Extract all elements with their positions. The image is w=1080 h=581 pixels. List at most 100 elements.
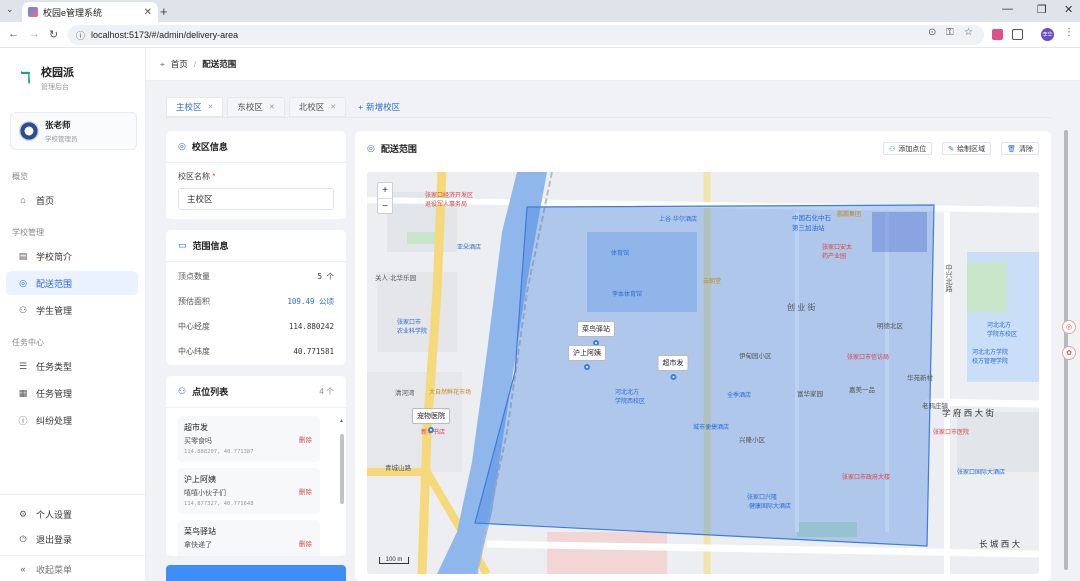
poi-label[interactable]: 张家口经济开发区 退役军人事务局 [425,190,473,208]
tab-label: 东校区 [237,102,263,112]
edit-icon: ✎ [948,145,955,153]
browser-tab[interactable]: 校园e管理系统 ✕ [22,2,158,22]
poi-label[interactable]: 张家口市医院 [933,427,969,436]
extensions-puzzle-icon[interactable] [1012,29,1023,40]
marker-pet-hospital[interactable]: 宠物医院 [412,408,450,433]
new-tab-icon[interactable]: + [160,4,168,19]
sidebar-collapse-button[interactable]: « 收起菜单 [6,557,138,581]
list-item[interactable]: 超市发 买零食吗 114.888207, 40.771387 删除 [178,416,320,462]
add-campus-button[interactable]: + 新增校区 [350,97,408,117]
sidebar-item-logout[interactable]: ⏻ 退出登录 [6,527,138,551]
home-icon: ⌂ [20,195,26,205]
gear-icon: ⚙ [18,508,28,519]
logo[interactable]: ℸ 校园派 管理后台 [20,64,74,92]
floating-feedback-icon[interactable]: ✿ [1062,346,1076,360]
forward-icon[interactable]: → [29,28,40,40]
list-item[interactable]: 沪上阿姨 嘻嘻小伙子们 114.877327, 40.771648 删除 [178,468,320,514]
sidebar-item-task-manage[interactable]: ▦ 任务管理 [6,381,138,405]
draw-area-button[interactable]: ✎ 绘制区域 [942,142,992,155]
sidebar-item-label: 任务管理 [36,388,73,399]
nav-group-tasks: 任务中心 [12,338,44,347]
restore-icon[interactable]: ❐ [1037,3,1047,16]
poi-label[interactable]: 张家口国际大酒店 [957,467,1005,476]
bookmark-star-icon[interactable]: ☆ [964,27,973,38]
marker-chaoshifa[interactable]: 超市发 [657,355,689,380]
alert-icon: ⓘ [18,415,28,426]
extension-icon[interactable] [992,29,1003,40]
poi-label[interactable]: 河北北方学院 校方管理学院 [972,347,1008,365]
street-label: 学 府 西 大 街 [942,408,994,418]
tab-east-campus[interactable]: 东校区 ✕ [227,97,285,117]
tab-close-icon[interactable]: ✕ [144,7,152,18]
close-icon[interactable]: ✕ [330,103,336,111]
sidebar-item-disputes[interactable]: ⓘ 纠纷处理 [6,408,138,432]
area-label: 明德北区 [877,323,903,330]
breadcrumb-separator: / [193,59,197,69]
sidebar-item-settings[interactable]: ⚙ 个人设置 [6,502,138,526]
avatar [19,121,39,141]
zoom-out-button[interactable]: − [378,198,392,213]
poi-label[interactable]: 体育馆 [611,248,629,257]
campus-name-field[interactable]: 主校区 [178,188,334,210]
back-icon[interactable]: ← [8,28,19,40]
marker-cainiao[interactable]: 菜鸟驿站 [577,321,615,346]
poi-label[interactable]: 鹏鹏集团 [837,209,861,218]
poi-label[interactable]: 张家口市信访局 [847,352,889,361]
marker-label: 沪上阿姨 [568,345,606,361]
site-info-icon[interactable]: ⓘ [76,29,85,42]
minimize-icon[interactable]: — [1002,3,1013,15]
list-item[interactable]: 菜鸟驿站 拿快递了 删除 [178,520,320,556]
tab-search-icon[interactable]: ⌄ [6,4,14,15]
poi-label[interactable]: 张家口市政府大楼 [842,472,890,481]
poi-label[interactable]: 大自然鲜花市场 [429,387,471,396]
zoom-in-button[interactable]: + [378,183,392,198]
browser-menu-icon[interactable]: ⋮ [1064,27,1074,38]
tab-north-campus[interactable]: 北校区 ✕ [288,97,347,117]
delete-button[interactable]: 删除 [299,538,312,548]
area-label: 清河湾 [395,390,415,397]
sidebar-item-students[interactable]: ⚇ 学生管理 [6,298,138,322]
close-icon[interactable]: ✕ [208,103,214,111]
poi-label[interactable]: 河北北方 学院东校区 [987,320,1017,338]
poi-label[interactable]: 张家口兴隆 ·健康国际大酒店 [747,492,791,510]
clear-button[interactable]: 🗑 清除 [1001,142,1039,155]
delete-button[interactable]: 删除 [299,434,312,444]
points-list-card: ⚇ 点位列表 4 个 超市发 买零食吗 114.888207, 40.771387… [166,376,346,556]
url-field[interactable]: ⓘ localhost:5173/#/admin/delivery-area [68,25,984,45]
user-card[interactable]: 张老师 学校管理员 [10,112,137,150]
marker-hushang[interactable]: 沪上阿姨 [568,345,606,370]
breadcrumb: ⌖ 首页 / 配送范围 [146,48,1080,81]
floating-help-icon[interactable]: ◎ [1062,320,1076,334]
sidebar-item-delivery-area[interactable]: ◎ 配送范围 [6,271,138,295]
marker-label: 超市发 [657,355,689,371]
poi-label[interactable]: 张家口市 农业科学院 [397,317,427,335]
reload-icon[interactable]: ↻ [49,28,58,41]
map-canvas[interactable]: + − 创 业 街 学 府 西 大 街 长 城 西 大 中兴北路 老鸦庄镇 伊甸… [367,172,1039,574]
center-lat-row: 中心纬度 40.771581 [178,347,334,356]
window-close-icon[interactable]: ✕ [1064,3,1073,16]
close-icon[interactable]: ✕ [269,103,275,111]
sidebar-item-home[interactable]: ⌂ 首页 [6,188,138,212]
poi-label[interactable]: 全季酒店 [727,390,751,399]
save-button[interactable] [166,565,346,581]
points-scrollbar[interactable]: ▲ ▼ [339,418,344,556]
poi-label[interactable]: 上谷·华尔酒店 [659,214,697,223]
password-key-icon[interactable]: ⚿ [946,27,954,38]
sidebar-item-school-intro[interactable]: ▤ 学校简介 [6,244,138,268]
poi-label[interactable]: 李本体育馆 [612,289,642,298]
poi-label[interactable]: 城市便捷酒店 [693,422,729,431]
sidebar-item-label: 学校简介 [36,251,73,262]
point-desc: 买零食吗 [184,438,212,445]
poi-label[interactable]: 河北北方 学院西校区 [615,387,645,405]
poi-label[interactable]: 亚朵酒店 [457,242,481,251]
scroll-thumb[interactable] [340,434,344,504]
add-point-button[interactable]: ⚇ 添加点位 [882,142,933,155]
delete-button[interactable]: 删除 [299,486,312,496]
profile-avatar[interactable]: 李华 [1041,28,1054,41]
poi-label[interactable]: 云朝堂 [703,276,721,285]
sidebar-item-task-types[interactable]: ☰ 任务类型 [6,354,138,378]
breadcrumb-home[interactable]: 首页 [171,58,188,70]
location-perm-icon[interactable]: ⊙ [928,27,936,38]
tab-main-campus[interactable]: 主校区 ✕ [166,97,224,117]
poi-label[interactable]: 张家口安太 药产业园 [822,242,852,260]
